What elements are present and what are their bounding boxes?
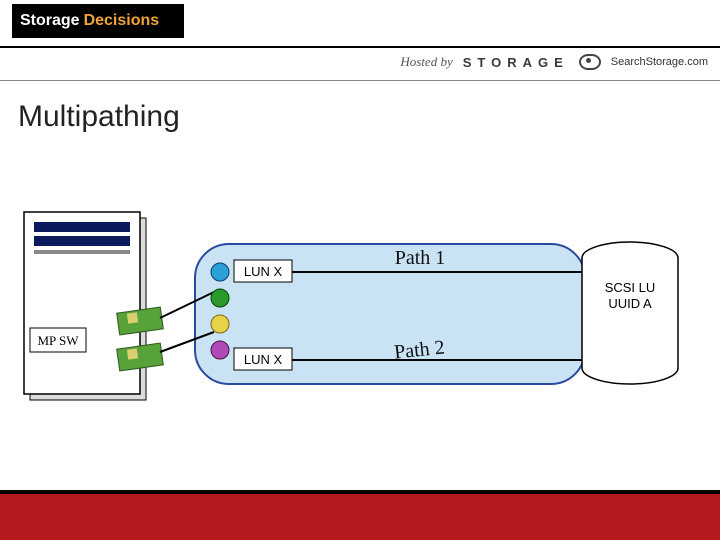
slide: Storage Decisions Hosted by STORAGE Sear… bbox=[0, 0, 720, 540]
server-icon bbox=[24, 212, 146, 400]
brand-logo: Storage Decisions bbox=[12, 4, 184, 38]
disk-label-1: SCSI LU bbox=[605, 280, 656, 295]
search-storage-wordmark: SearchStorage.com bbox=[611, 56, 708, 68]
slide-title: Multipathing bbox=[18, 100, 180, 134]
disk-label-2: UUID A bbox=[608, 296, 652, 311]
port-ball-yellow bbox=[211, 315, 229, 333]
brand-left: Storage bbox=[20, 12, 80, 30]
diagram: MP SW LUN X LUN X bbox=[0, 200, 720, 460]
storage-wordmark: STORAGE bbox=[463, 55, 569, 70]
port-ball-blue bbox=[211, 263, 229, 281]
divider-top bbox=[0, 46, 720, 48]
hosted-by: Hosted by STORAGE SearchStorage.com bbox=[400, 54, 708, 70]
lun-2-label: LUN X bbox=[244, 352, 283, 367]
footer-bar bbox=[0, 490, 720, 540]
path-1-label: Path 1 bbox=[395, 247, 446, 269]
mp-sw-label: MP SW bbox=[37, 333, 79, 348]
hosted-label: Hosted by bbox=[400, 54, 452, 70]
eye-icon bbox=[579, 54, 601, 70]
disk-icon bbox=[582, 242, 678, 384]
divider-sub bbox=[0, 80, 720, 81]
brand-right: Decisions bbox=[84, 12, 160, 30]
port-ball-purple bbox=[211, 341, 229, 359]
lun-1-label: LUN X bbox=[244, 264, 283, 279]
port-ball-green bbox=[211, 289, 229, 307]
brand-strip: Storage Decisions bbox=[0, 4, 720, 44]
